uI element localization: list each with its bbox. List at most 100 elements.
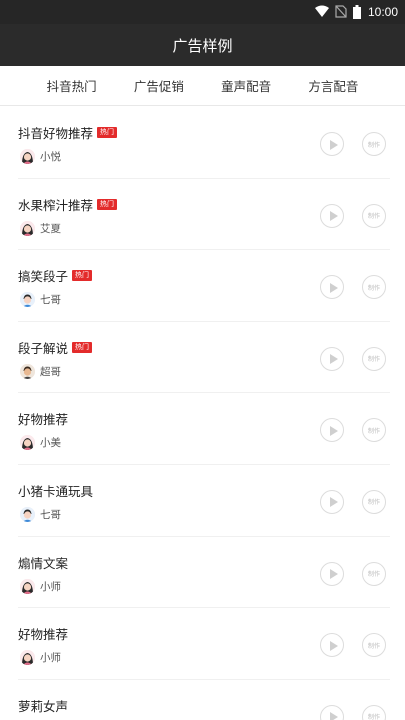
play-button[interactable] — [320, 704, 344, 720]
make-button[interactable]: 制作 — [362, 489, 386, 514]
item-title-line: 抖音好物推荐 热门 — [18, 123, 118, 142]
make-button[interactable]: 制作 — [362, 275, 386, 300]
make-label: 制作 — [367, 141, 380, 149]
hot-badge: 热门 — [72, 341, 93, 353]
author-name: 七哥 — [40, 508, 61, 521]
play-icon — [330, 712, 338, 720]
item-title: 抖音好物推荐 — [18, 126, 94, 141]
list-item[interactable]: 好物推荐小美 制作 — [18, 393, 390, 465]
play-button[interactable] — [320, 346, 344, 371]
hot-badge: 热门 — [97, 127, 118, 138]
play-button[interactable] — [320, 203, 344, 228]
item-title-line: 萝莉女声 — [18, 696, 68, 715]
page-title: 广告样例 — [172, 36, 233, 55]
author-name: 小师 — [40, 580, 61, 593]
play-icon — [330, 497, 338, 508]
item-title: 好物推荐 — [18, 627, 69, 643]
play-button[interactable] — [320, 132, 344, 156]
battery-icon — [353, 5, 361, 19]
author-name: 七哥 — [40, 294, 61, 307]
item-title: 水果榨汁推荐 — [18, 197, 94, 213]
item-title: 小猪卡通玩具 — [18, 483, 94, 499]
item-title-line: 段子解说 热门 — [18, 338, 93, 357]
tab-douyin-hot[interactable]: 抖音热门 — [47, 76, 97, 95]
item-title-line: 水果榨汁推荐 热门 — [18, 195, 118, 214]
avatar — [20, 292, 35, 308]
item-title: 煽情文案 — [18, 555, 69, 571]
make-label: 制作 — [367, 499, 380, 507]
list-item[interactable]: 段子解说 热门 超哥 制作 — [18, 322, 390, 394]
item-title-line: 小猪卡通玩具 — [18, 481, 93, 500]
avatar — [20, 220, 35, 236]
item-title: 段子解说 — [18, 340, 69, 356]
avatar — [20, 506, 35, 522]
list-item[interactable]: 好物推荐小师 制作 — [18, 608, 390, 680]
list-item[interactable]: 煽情文案小师 制作 — [18, 537, 390, 609]
tab-child-voice[interactable]: 童声配音 — [221, 76, 271, 95]
item-author: 小师 — [20, 650, 61, 666]
status-bar: 10:00 — [0, 0, 405, 24]
make-button[interactable]: 制作 — [362, 561, 386, 586]
avatar — [20, 578, 35, 594]
play-icon — [330, 211, 338, 222]
make-button[interactable]: 制作 — [362, 346, 386, 371]
make-label: 制作 — [367, 714, 380, 720]
make-label: 制作 — [367, 213, 380, 221]
author-name: 小悦 — [40, 151, 61, 163]
avatar — [20, 149, 35, 164]
no-sim-icon — [335, 5, 347, 18]
play-icon — [330, 139, 338, 150]
play-button[interactable] — [320, 633, 344, 658]
play-button[interactable] — [320, 489, 344, 514]
list-item[interactable]: 小猪卡通玩具七哥 制作 — [18, 465, 390, 537]
play-button[interactable] — [320, 418, 344, 443]
play-icon — [330, 282, 338, 293]
header: 广告样例 — [0, 24, 405, 66]
item-title-line: 好物推荐 — [18, 409, 68, 428]
item-author: 小师 — [20, 578, 61, 594]
make-button[interactable]: 制作 — [362, 132, 386, 156]
item-author: 七哥 — [20, 292, 61, 308]
status-time: 10:00 — [367, 5, 398, 19]
avatar — [20, 435, 35, 451]
avatar — [20, 650, 35, 666]
make-button[interactable]: 制作 — [362, 418, 386, 443]
hot-badge: 热门 — [72, 270, 93, 282]
author-name: 超哥 — [40, 365, 61, 378]
make-label: 制作 — [367, 284, 380, 292]
make-label: 制作 — [367, 642, 380, 650]
make-label: 制作 — [367, 427, 380, 435]
make-button[interactable]: 制作 — [362, 704, 386, 720]
tab-dialect-voice[interactable]: 方言配音 — [308, 76, 358, 95]
list-item[interactable]: 水果榨汁推荐 热门 艾夏 制作 — [18, 179, 390, 251]
hot-badge: 热门 — [97, 198, 118, 210]
author-name: 小师 — [40, 652, 61, 665]
item-title: 好物推荐 — [18, 412, 69, 428]
item-title-line: 好物推荐 — [18, 624, 68, 643]
sample-list: 抖音好物推荐 热门 小悦 制作 水果榨汁推荐 热门 艾夏 制作 搞笑段子 热门 七哥 制作 段子解说 热门… — [0, 107, 405, 720]
item-author: 小悦 — [20, 149, 61, 164]
make-button[interactable]: 制作 — [362, 203, 386, 228]
list-item[interactable]: 萝莉女声制作 — [18, 680, 390, 720]
item-title: 萝莉女声 — [18, 698, 69, 714]
item-title: 搞笑段子 — [18, 269, 69, 285]
make-button[interactable]: 制作 — [362, 633, 386, 658]
wifi-icon — [315, 5, 329, 17]
item-author: 小美 — [20, 435, 61, 451]
make-label: 制作 — [367, 356, 380, 364]
play-icon — [330, 569, 338, 580]
make-label: 制作 — [367, 571, 380, 579]
play-button[interactable] — [320, 561, 344, 586]
item-author: 超哥 — [20, 363, 61, 379]
avatar — [20, 363, 35, 379]
list-item[interactable]: 搞笑段子 热门 七哥 制作 — [18, 250, 390, 322]
play-icon — [330, 354, 338, 365]
play-button[interactable] — [320, 275, 344, 300]
item-title-line: 搞笑段子 热门 — [18, 266, 93, 285]
item-title-line: 煽情文案 — [18, 553, 68, 572]
play-icon — [330, 640, 338, 651]
tab-ad-promo[interactable]: 广告促销 — [134, 76, 184, 95]
category-tabs: 抖音热门 广告促销 童声配音 方言配音 — [0, 66, 405, 106]
author-name: 小美 — [40, 437, 61, 450]
list-item[interactable]: 抖音好物推荐 热门小悦 制作 — [18, 107, 390, 179]
